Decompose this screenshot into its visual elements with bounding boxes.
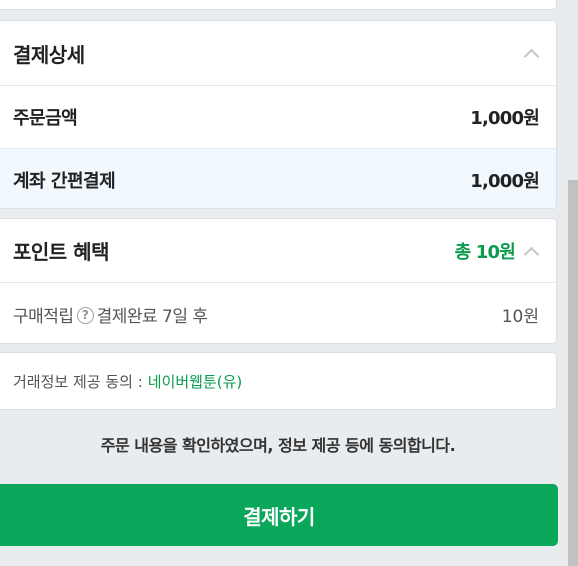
consent-company-link[interactable]: 네이버웹툰(유) xyxy=(148,371,243,392)
payment-detail-title: 결제상세 xyxy=(13,42,85,67)
previous-section-card xyxy=(0,0,557,10)
help-circle-icon[interactable]: ? xyxy=(76,306,94,324)
consent-label: 거래정보 제공 동의 : xyxy=(13,372,143,391)
payment-detail-card: 결제상세 주문금액 1,000원 계좌 간편결제 1,000원 xyxy=(0,20,557,209)
consent-row: 거래정보 제공 동의 : 네이버웹툰(유) xyxy=(0,353,556,409)
chevron-up-icon[interactable] xyxy=(525,244,539,258)
agreement-notice: 주문 내용을 확인하였으며, 정보 제공 등에 동의합니다. xyxy=(100,436,456,455)
purchase-point-row: 구매적립 ? 결제완료 7일 후 10원 xyxy=(0,283,556,343)
consent-card: 거래정보 제공 동의 : 네이버웹툰(유) xyxy=(0,352,557,410)
point-total: 총 10원 xyxy=(454,241,516,263)
pay-button[interactable]: 결제하기 xyxy=(0,484,558,546)
purchase-point-note: 결제완료 7일 후 xyxy=(96,306,208,327)
chevron-up-icon[interactable] xyxy=(525,46,539,60)
scrollbar-thumb[interactable] xyxy=(568,180,578,566)
account-pay-label: 계좌 간편결제 xyxy=(13,170,116,192)
point-benefit-header[interactable]: 포인트 혜택 총 10원 xyxy=(0,219,556,282)
account-pay-value: 1,000원 xyxy=(470,170,539,192)
purchase-point-label: 구매적립 xyxy=(13,306,74,327)
order-amount-label: 주문금액 xyxy=(13,108,78,129)
order-amount-row: 주문금액 1,000원 xyxy=(0,86,556,148)
order-amount-value: 1,000원 xyxy=(470,108,539,129)
account-pay-row: 계좌 간편결제 1,000원 xyxy=(0,149,556,208)
point-benefit-title: 포인트 혜택 xyxy=(13,240,109,264)
payment-detail-header[interactable]: 결제상세 xyxy=(0,21,556,85)
purchase-point-value: 10원 xyxy=(501,306,539,327)
point-benefit-card: 포인트 혜택 총 10원 구매적립 ? 결제완료 7일 후 10원 xyxy=(0,218,557,344)
